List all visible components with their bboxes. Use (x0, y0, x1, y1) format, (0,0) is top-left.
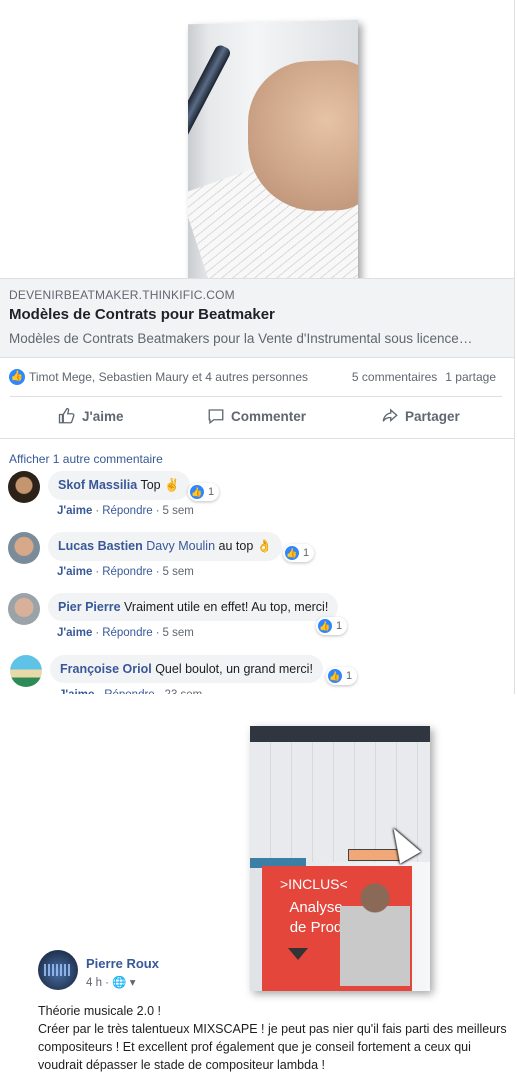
like-reaction-icon: 👍 (317, 618, 333, 634)
comment-like-badge[interactable]: 👍 1 (188, 483, 220, 501)
comment-count[interactable]: 5 commentaires (352, 370, 437, 384)
comment-like-badge[interactable]: 👍 1 (316, 617, 348, 635)
link-preview-image[interactable] (0, 10, 514, 289)
comment-reply-link[interactable]: Répondre (102, 627, 153, 639)
post-meta: 4 h · 🌐 ▾ (86, 975, 136, 989)
promo-product-image[interactable]: >INCLUS< Analyse de Prod (250, 726, 430, 991)
share-count[interactable]: 1 partage (445, 370, 496, 384)
reaction-summary[interactable]: 👍 Timot Mege, Sebastien Maury et 4 autres… (8, 368, 308, 386)
link-description: Modèles de Contrats Beatmakers pour la V… (9, 331, 473, 346)
comment-mention[interactable]: Davy Moulin (146, 539, 215, 553)
comment-like-badge[interactable]: 👍 1 (326, 667, 358, 685)
share-button[interactable]: Partager (381, 407, 460, 425)
thumbs-up-icon (58, 407, 75, 424)
avatar[interactable] (8, 471, 40, 503)
comment-actions: J'aime · Répondre · 5 sem (57, 627, 194, 639)
avatar[interactable] (10, 655, 42, 687)
like-button-label: J'aime (82, 408, 124, 424)
like-reaction-icon: 👍 (189, 484, 205, 500)
post-body: Théorie musicale 2.0 ! Créer par le très… (38, 1002, 516, 1074)
comment-button[interactable]: Commenter (207, 407, 306, 425)
avatar[interactable] (38, 950, 78, 990)
comment-time[interactable]: 5 sem (163, 566, 194, 578)
comment-author[interactable]: Françoise Oriol (60, 662, 152, 676)
link-domain: DEVENIRBEATMAKER.THINKIFIC.COM (9, 288, 235, 302)
like-reaction-icon: 👍 (8, 368, 26, 386)
daw-toolbar (250, 726, 430, 742)
avatar[interactable] (8, 532, 40, 564)
comment-bubble: Skof Massilia Top ✌ (48, 471, 190, 500)
shared-link-post: DEVENIRBEATMAKER.THINKIFIC.COM Modèles d… (0, 0, 515, 701)
comment-text: Quel boulot, un grand merci! (155, 662, 313, 676)
comment-like-link[interactable]: J'aime (57, 566, 92, 578)
globe-icon: 🌐 (112, 977, 127, 989)
comment-bubble: Lucas Bastien Davy Moulin au top 👌 (48, 532, 283, 561)
comment-like-badge[interactable]: 👍 1 (283, 544, 315, 562)
comment-like-count: 1 (336, 619, 343, 632)
engagement-counts: 5 commentaires 1 partage (352, 370, 496, 384)
comment-like-link[interactable]: J'aime (57, 505, 92, 517)
actions-divider-top (10, 396, 502, 397)
user-post: >INCLUS< Analyse de Prod Pierre Roux 4 h… (0, 694, 517, 1083)
share-button-label: Partager (405, 408, 460, 424)
like-reaction-icon: 👍 (284, 545, 300, 561)
comment-text: Vraiment utile en effet! Au top, merci! (124, 600, 329, 614)
comment-author[interactable]: Lucas Bastien (58, 539, 143, 553)
comment-button-label: Commenter (231, 408, 307, 424)
artist-photo (340, 876, 410, 986)
comment-bubble: Pier Pierre Vraiment utile en effet! Au … (48, 593, 339, 621)
actions-divider-bottom (0, 438, 514, 439)
post-time[interactable]: 4 h · (86, 977, 109, 989)
like-button[interactable]: J'aime (58, 407, 124, 425)
speech-bubble-icon (208, 409, 224, 425)
avatar[interactable] (8, 593, 40, 625)
link-title[interactable]: Modèles de Contrats pour Beatmaker (9, 306, 275, 323)
promo-analyse-label: Analyse de Prod (289, 899, 343, 936)
comment-like-link[interactable]: J'aime (57, 627, 92, 639)
view-more-comments-link[interactable]: Afficher 1 autre commentaire (9, 452, 163, 466)
comment-author[interactable]: Skof Massilia (58, 478, 137, 492)
promo-inclus-label: >INCLUS< (280, 876, 348, 892)
post-line: Théorie musicale 2.0 ! (38, 1004, 161, 1018)
comment-author[interactable]: Pier Pierre (58, 600, 121, 614)
contract-product-image (188, 19, 358, 289)
chevron-down-icon[interactable]: ▾ (130, 977, 136, 989)
comment-actions: J'aime · Répondre · 5 sem (57, 505, 194, 517)
comment-like-count: 1 (208, 485, 215, 498)
comment-text: au top 👌 (218, 539, 273, 553)
share-arrow-icon (382, 408, 398, 422)
comment-text: Top ✌ (140, 478, 180, 492)
like-reaction-icon: 👍 (327, 668, 343, 684)
comment-reply-link[interactable]: Répondre (102, 505, 153, 517)
link-preview-meta[interactable]: DEVENIRBEATMAKER.THINKIFIC.COM Modèles d… (0, 278, 514, 358)
post-line: Créer par le très talentueux MIXSCAPE ! … (38, 1022, 507, 1072)
comment-like-count: 1 (303, 546, 310, 559)
comment-reply-link[interactable]: Répondre (102, 566, 153, 578)
reaction-names: Timot Mege, Sebastien Maury et 4 autres … (29, 370, 309, 384)
comment-bubble: Françoise Oriol Quel boulot, un grand me… (50, 655, 323, 683)
comment-actions: J'aime · Répondre · 5 sem (57, 566, 194, 578)
comment-time[interactable]: 5 sem (163, 627, 194, 639)
comment-like-count: 1 (346, 669, 353, 682)
play-icon (288, 948, 308, 960)
post-author[interactable]: Pierre Roux (86, 956, 159, 971)
comment-time[interactable]: 5 sem (163, 505, 194, 517)
